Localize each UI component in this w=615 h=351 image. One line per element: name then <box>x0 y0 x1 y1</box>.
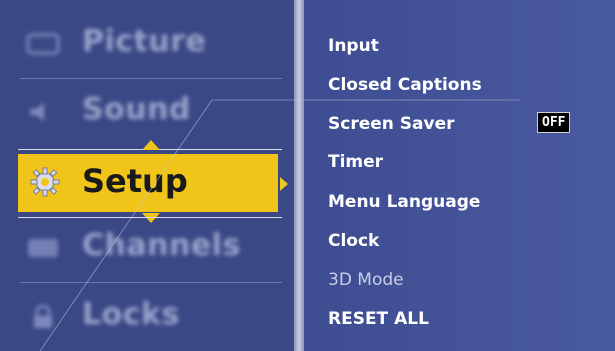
tv-icon <box>28 239 58 257</box>
picture-icon <box>26 33 60 55</box>
menu-item-picture[interactable]: Picture <box>20 14 282 74</box>
menu-item-setup[interactable]: Setup <box>18 154 278 212</box>
menu-item-label: Setup <box>82 162 188 200</box>
menu-item-label: Locks <box>82 297 180 332</box>
lock-icon <box>34 305 52 328</box>
submenu-item-closed-captions[interactable]: Closed Captions <box>328 75 482 95</box>
submenu-item-clock[interactable]: Clock <box>328 231 379 251</box>
submenu-item-3d-mode: 3D Mode <box>328 270 404 290</box>
submenu-item-timer[interactable]: Timer <box>328 152 383 172</box>
tv-menu-screen: Picture Sound Setup Channels Locks Input… <box>0 0 615 351</box>
menu-divider <box>20 78 282 79</box>
menu-item-channels[interactable]: Channels <box>20 218 282 278</box>
setup-submenu-panel: Input Closed Captions Screen Saver OFF T… <box>304 0 615 351</box>
submenu-item-menu-language[interactable]: Menu Language <box>328 192 480 212</box>
scroll-up-arrow-icon[interactable] <box>142 140 160 150</box>
menu-divider <box>20 282 282 283</box>
submenu-item-input[interactable]: Input <box>328 36 379 56</box>
submenu-item-screen-saver[interactable]: Screen Saver <box>328 114 455 134</box>
screen-saver-value-badge: OFF <box>537 112 571 133</box>
main-menu-panel: Picture Sound Setup Channels Locks <box>0 0 294 351</box>
speaker-icon <box>30 103 44 121</box>
menu-item-label: Channels <box>82 228 241 263</box>
menu-item-sound[interactable]: Sound <box>20 82 282 142</box>
panel-divider <box>294 0 304 351</box>
menu-item-label: Picture <box>82 24 207 59</box>
menu-item-locks[interactable]: Locks <box>20 287 282 347</box>
submenu-arrow-icon <box>280 177 288 191</box>
submenu-item-reset-all[interactable]: RESET ALL <box>328 309 429 329</box>
gear-icon <box>30 167 60 197</box>
menu-item-label: Sound <box>82 92 191 127</box>
